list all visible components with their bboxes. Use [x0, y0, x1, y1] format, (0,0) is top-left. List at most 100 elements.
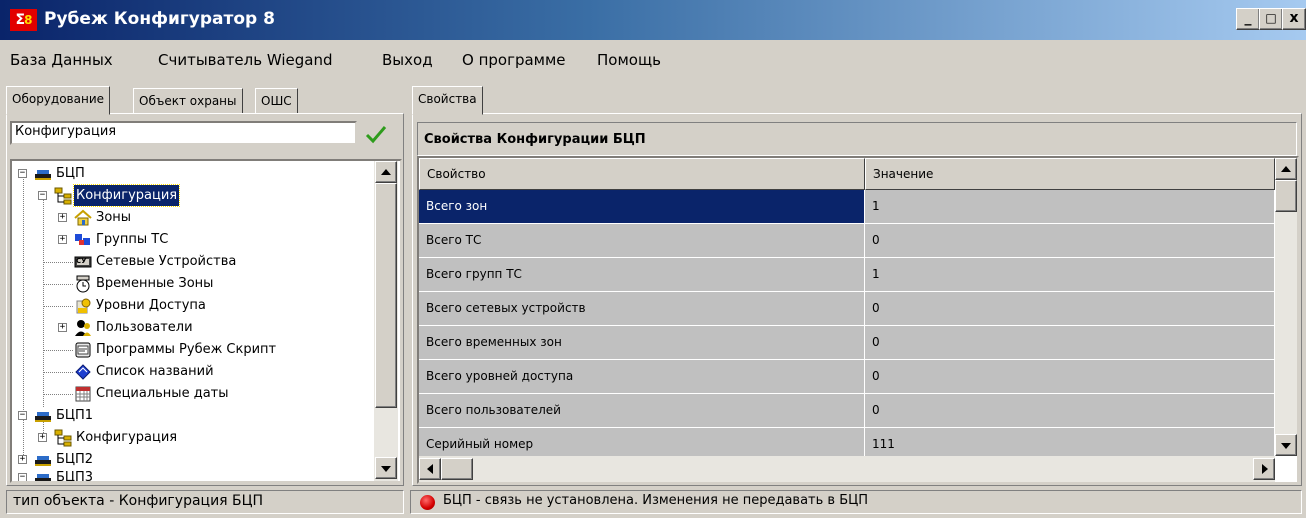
scroll-thumb[interactable] — [1275, 180, 1297, 212]
expand-icon[interactable]: + — [18, 455, 27, 464]
device-icon — [35, 474, 51, 481]
window-title: Рубеж Конфигуратор 8 — [44, 9, 275, 29]
tree-item[interactable]: Временные Зоны — [12, 273, 372, 295]
collapse-icon[interactable]: − — [38, 191, 47, 200]
property-cell[interactable]: Всего временных зон — [419, 326, 865, 360]
maximize-button[interactable]: □ — [1259, 8, 1283, 30]
menu-database[interactable]: База Данных — [10, 51, 113, 69]
connection-error-icon — [420, 495, 435, 510]
scroll-thumb[interactable] — [375, 183, 397, 408]
property-cell[interactable]: Всего пользователей — [419, 394, 865, 428]
connection-status-text: БЦП - связь не установлена. Изменения не… — [443, 493, 868, 508]
tree-item-label: Зоны — [96, 210, 132, 225]
tree-item[interactable]: + Группы ТС — [12, 229, 372, 251]
tree-item-label: Конфигурация — [72, 184, 181, 207]
table-row[interactable]: Всего сетевых устройств 0 — [419, 292, 1275, 326]
title-bar[interactable]: Σ8 Рубеж Конфигуратор 8 _ □ x — [0, 0, 1306, 40]
table-row[interactable]: Всего уровней доступа 0 — [419, 360, 1275, 394]
scroll-right-button[interactable] — [1253, 458, 1275, 480]
tab-equipment[interactable]: Оборудование — [6, 86, 110, 115]
value-cell[interactable]: 1 — [865, 258, 1275, 292]
minimize-button[interactable]: _ — [1236, 8, 1260, 30]
tree-item[interactable]: − БЦП — [12, 163, 372, 185]
properties-grid[interactable]: Свойство Значение Всего зон 1 Всего ТС 0… — [417, 156, 1299, 484]
menu-about[interactable]: О программе — [462, 51, 566, 69]
tree-scrollbar[interactable] — [374, 161, 398, 481]
column-header-value[interactable]: Значение — [865, 158, 1275, 190]
names-list-icon — [75, 364, 91, 380]
property-cell[interactable]: Всего ТС — [419, 224, 865, 258]
tree-item[interactable]: + Пользователи — [12, 317, 372, 339]
equipment-tree[interactable]: − БЦП − Конфигурация + Зоны + Группы ТС … — [10, 159, 402, 483]
checkmark-icon[interactable] — [365, 124, 387, 144]
table-row[interactable]: Всего зон 1 — [419, 190, 1275, 224]
tree-item-label: Временные Зоны — [96, 276, 214, 291]
scroll-down-button[interactable] — [1275, 434, 1297, 456]
value-cell[interactable]: 1 — [865, 190, 1275, 224]
app-window: Σ8 Рубеж Конфигуратор 8 _ □ x База Данны… — [0, 0, 1306, 518]
properties-title: Свойства Конфигурации БЦП — [417, 122, 1297, 156]
close-button[interactable]: x — [1282, 8, 1306, 30]
table-row[interactable]: Всего временных зон 0 — [419, 326, 1275, 360]
tree-item[interactable]: + Зоны — [12, 207, 372, 229]
scroll-up-button[interactable] — [1275, 158, 1297, 180]
value-cell[interactable]: 0 — [865, 224, 1275, 258]
device-icon — [35, 170, 51, 180]
tree-item[interactable]: Программы Рубеж Скрипт — [12, 339, 372, 361]
filter-input[interactable]: Конфигурация — [10, 121, 357, 145]
column-header-property[interactable]: Свойство — [419, 158, 865, 190]
tree-item[interactable]: − Конфигурация — [12, 184, 372, 207]
zones-home-icon — [74, 209, 92, 226]
tree-item-label: БЦП3 — [56, 470, 94, 483]
value-cell[interactable]: 0 — [865, 394, 1275, 428]
property-cell[interactable]: Всего уровней доступа — [419, 360, 865, 394]
scroll-up-button[interactable] — [375, 161, 397, 183]
tree-item-label: БЦП — [56, 166, 85, 181]
tree-item-label: Группы ТС — [96, 232, 169, 247]
expand-icon[interactable]: + — [58, 213, 67, 222]
menu-wiegand-reader[interactable]: Считыватель Wiegand — [158, 51, 333, 69]
collapse-icon[interactable]: − — [18, 473, 27, 481]
tab-security-object[interactable]: Объект охраны — [133, 88, 243, 114]
menu-help[interactable]: Помощь — [597, 51, 661, 69]
value-cell[interactable]: 0 — [865, 292, 1275, 326]
access-key-icon — [76, 298, 91, 314]
scroll-thumb[interactable] — [441, 458, 473, 480]
tree-item-label: Программы Рубеж Скрипт — [96, 342, 277, 357]
calendar-icon — [75, 386, 91, 402]
configuration-icon — [54, 429, 72, 447]
tree-item-label: БЦП1 — [56, 408, 94, 423]
collapse-icon[interactable]: − — [18, 169, 27, 178]
table-row[interactable]: Всего пользователей 0 — [419, 394, 1275, 428]
table-row[interactable]: Всего групп ТС 1 — [419, 258, 1275, 292]
value-cell[interactable]: 0 — [865, 326, 1275, 360]
table-row[interactable]: Всего ТС 0 — [419, 224, 1275, 258]
tree-item[interactable]: Список названий — [12, 361, 372, 383]
scroll-left-button[interactable] — [419, 458, 441, 480]
tree-item-label: Специальные даты — [96, 386, 229, 401]
tree-item-label: Уровни Доступа — [96, 298, 206, 313]
value-cell[interactable]: 0 — [865, 360, 1275, 394]
tree-item[interactable]: СУ Сетевые Устройства — [12, 251, 372, 273]
groups-icon — [75, 234, 90, 245]
tab-properties[interactable]: Свойства — [412, 86, 483, 115]
tree-item[interactable]: − БЦП3 — [12, 467, 372, 483]
expand-icon[interactable]: + — [58, 323, 67, 332]
grid-horizontal-scrollbar[interactable] — [419, 456, 1275, 482]
tree-item[interactable]: − БЦП1 — [12, 405, 372, 427]
scroll-down-button[interactable] — [375, 457, 397, 479]
expand-icon[interactable]: + — [58, 235, 67, 244]
tree-item[interactable]: Специальные даты — [12, 383, 372, 405]
property-cell[interactable]: Всего групп ТС — [419, 258, 865, 292]
tab-oshs[interactable]: ОШС — [255, 88, 298, 114]
app-logo-icon[interactable]: Σ8 — [10, 9, 37, 31]
grid-vertical-scrollbar[interactable] — [1275, 158, 1297, 456]
property-cell[interactable]: Всего сетевых устройств — [419, 292, 865, 326]
tree-item[interactable]: Уровни Доступа — [12, 295, 372, 317]
device-icon — [35, 412, 51, 422]
expand-icon[interactable]: + — [38, 433, 47, 442]
collapse-icon[interactable]: − — [18, 411, 27, 420]
property-cell[interactable]: Всего зон — [419, 190, 865, 224]
menu-exit[interactable]: Выход — [382, 51, 433, 69]
tree-item[interactable]: + Конфигурация — [12, 427, 372, 449]
